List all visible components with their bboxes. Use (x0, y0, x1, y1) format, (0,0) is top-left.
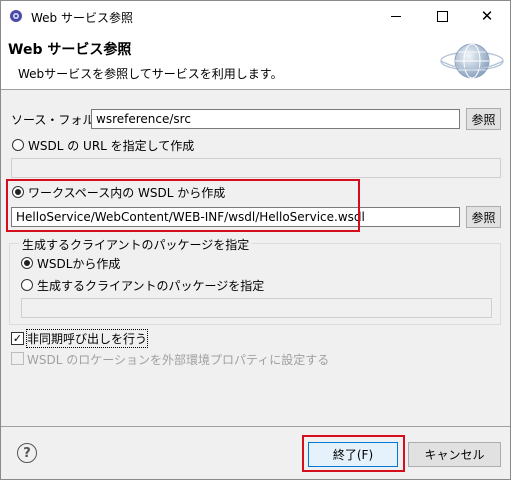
package-name-input[interactable] (21, 298, 492, 318)
globe-icon (440, 43, 504, 79)
page-description: Webサービスを参照してサービスを利用します。 (18, 67, 283, 81)
wsdl-url-label: WSDL の URL を指定して作成 (28, 139, 195, 153)
maximize-icon (436, 10, 448, 22)
title-bar: Web サービス参照 ✕ (1, 1, 510, 31)
finish-button-label: 終了(F) (332, 448, 374, 462)
wsdl-location-label: WSDL のロケーションを外部環境プロパティに設定する (27, 353, 330, 367)
workspace-wsdl-label: ワークスペース内の WSDL から作成 (28, 186, 226, 200)
dialog-header: Web サービス参照 Webサービスを参照してサービスを利用します。 (1, 31, 510, 90)
page-title: Web サービス参照 (8, 42, 132, 58)
workspace-wsdl-radio[interactable] (12, 186, 24, 198)
package-specify-radio[interactable] (21, 279, 33, 291)
cancel-button[interactable]: キャンセル (408, 442, 501, 467)
minimize-button[interactable] (373, 1, 419, 31)
package-specify-label: 生成するクライアントのパッケージを指定 (37, 279, 265, 293)
wsdl-location-checkbox[interactable] (11, 352, 24, 365)
maximize-button[interactable] (419, 1, 465, 31)
workspace-wsdl-browse-button[interactable]: 参照 (466, 206, 501, 228)
app-icon (10, 10, 22, 22)
dialog-window: Web サービス参照 ✕ Web サービス参照 Webサービスを参照してサービス… (0, 0, 511, 480)
footer-separator (1, 426, 510, 427)
finish-button[interactable]: 終了(F) (308, 442, 398, 467)
source-folder-browse-button[interactable]: 参照 (466, 108, 501, 130)
minimize-icon (391, 15, 401, 17)
close-icon: ✕ (480, 6, 494, 25)
window-title: Web サービス参照 (31, 11, 133, 25)
workspace-wsdl-input[interactable]: HelloService/WebContent/WEB-INF/wsdl/Hel… (11, 207, 460, 227)
wsdl-url-input[interactable] (11, 158, 501, 178)
async-call-label: 非同期呼び出しを行う (25, 329, 149, 348)
wsdl-url-radio[interactable] (12, 139, 24, 151)
async-call-checkbox[interactable]: ✓ (11, 332, 24, 345)
client-package-group-title: 生成するクライアントのパッケージを指定 (19, 236, 253, 253)
package-from-wsdl-label: WSDLから作成 (37, 257, 121, 271)
help-icon[interactable]: ? (17, 443, 37, 463)
source-folder-input[interactable]: wsreference/src (91, 109, 460, 129)
package-from-wsdl-radio[interactable] (21, 257, 33, 269)
close-button[interactable]: ✕ (464, 1, 510, 31)
